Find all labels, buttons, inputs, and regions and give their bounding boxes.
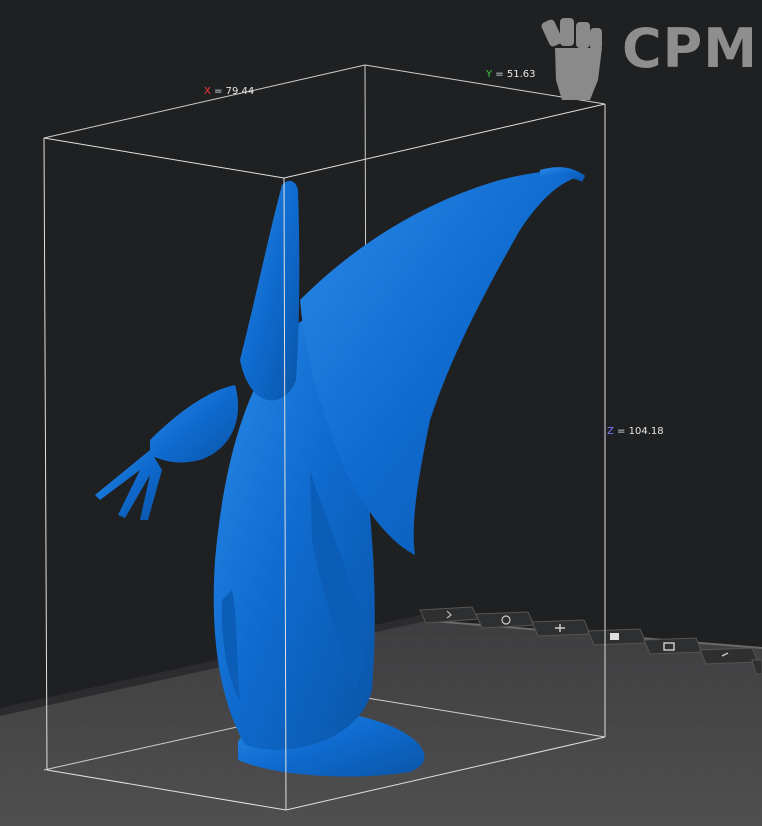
axis-x: X (204, 86, 211, 97)
dimension-x-value: = 79.44 (214, 86, 255, 97)
print-icon[interactable] (643, 637, 703, 655)
dimension-z-value: = 104.18 (617, 426, 664, 437)
dimension-z-label: Z = 104.18 (607, 426, 664, 437)
settings-icon[interactable] (699, 647, 759, 665)
fist-logo-icon (541, 18, 602, 100)
dimension-x-label: X = 79.44 (204, 86, 254, 97)
axis-y: Y (486, 69, 493, 80)
dimension-y-label: Y = 51.63 (486, 69, 535, 80)
dimension-y-value: = 51.63 (495, 69, 536, 80)
layer-icon[interactable] (587, 628, 647, 646)
watermark-text: CPM (622, 17, 758, 80)
arrow-icon[interactable] (419, 606, 479, 624)
3d-viewport[interactable] (0, 0, 762, 826)
axis-z: Z (607, 426, 614, 437)
support-icon[interactable] (531, 619, 591, 637)
rotate-icon[interactable] (475, 611, 535, 629)
